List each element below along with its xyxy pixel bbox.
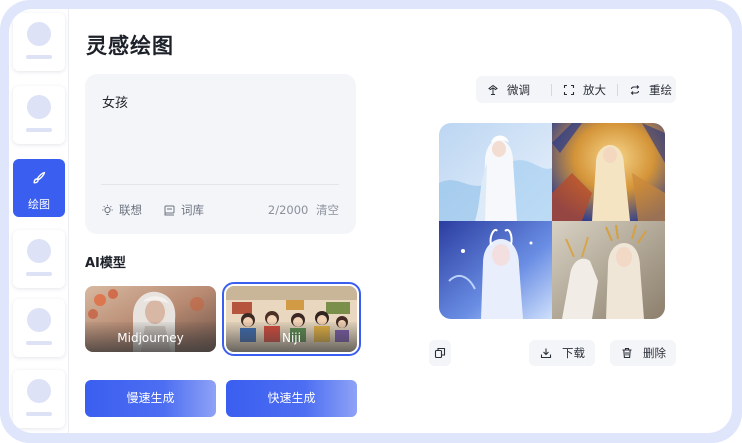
prompt-text[interactable]: 女孩	[102, 92, 128, 111]
placeholder-label	[26, 412, 52, 416]
lightbulb-icon	[102, 204, 113, 215]
redraw-button[interactable]: 重绘	[629, 76, 672, 103]
prompt-footer: 联想 词库 2/2000 清空	[101, 202, 339, 218]
model-label: Midjourney	[117, 331, 184, 345]
tune-button[interactable]: 微调	[487, 76, 530, 103]
placeholder-label	[26, 55, 52, 59]
tune-label: 微调	[507, 82, 530, 97]
placeholder-icon	[27, 379, 51, 403]
delete-label: 删除	[643, 346, 666, 360]
toolbar-separator	[617, 84, 618, 96]
expand-icon	[563, 84, 575, 95]
associate-label: 联想	[119, 203, 142, 217]
counter-value: 2/2000	[267, 203, 309, 217]
generated-image-4[interactable]	[552, 221, 665, 319]
slow-generate-button[interactable]: 慢速生成	[85, 380, 216, 417]
placeholder-label	[26, 341, 52, 345]
placeholder-icon	[27, 95, 51, 119]
generated-image-3[interactable]	[439, 221, 552, 319]
model-label: Niji	[282, 331, 301, 345]
copy-icon	[434, 347, 446, 359]
sidebar-item-4[interactable]	[13, 230, 65, 288]
copy-button[interactable]	[429, 340, 451, 366]
library-button[interactable]: 词库	[163, 202, 204, 218]
library-icon	[164, 205, 175, 215]
image-thumbnail	[552, 123, 665, 221]
tune-icon	[488, 84, 498, 95]
sidebar-item-drawing[interactable]: 绘图	[13, 159, 65, 217]
sidebar-item-label: 绘图	[28, 198, 50, 211]
sidebar-item-5[interactable]	[13, 299, 65, 357]
generated-image-grid[interactable]	[439, 123, 665, 319]
placeholder-label	[26, 272, 52, 276]
app-screen: 绘图 灵感绘图 女孩 联想 词库 2/2000 清空 AI模型 Midjourn…	[9, 9, 732, 433]
redraw-icon	[630, 84, 640, 95]
generated-image-1[interactable]	[439, 123, 552, 221]
download-label: 下载	[562, 346, 585, 360]
fast-generate-button[interactable]: 快速生成	[226, 380, 357, 417]
sidebar-item-6[interactable]	[13, 370, 65, 428]
download-button[interactable]: 下载	[529, 340, 595, 366]
image-toolbar: 微调 放大 重绘	[476, 76, 676, 103]
image-thumbnail	[552, 221, 665, 319]
sidebar: 绘图	[9, 9, 69, 433]
expand-label: 放大	[583, 82, 606, 97]
char-counter: 2/2000 清空	[268, 202, 339, 218]
delete-button[interactable]: 删除	[610, 340, 676, 366]
page-title: 灵感绘图	[86, 34, 174, 58]
associate-button[interactable]: 联想	[101, 202, 142, 218]
model-card-niji[interactable]: Niji	[222, 282, 361, 356]
expand-button[interactable]: 放大	[563, 76, 606, 103]
prompt-input[interactable]: 女孩 联想 词库 2/2000 清空	[85, 74, 356, 234]
trash-icon	[622, 347, 632, 359]
library-label: 词库	[181, 203, 204, 217]
toolbar-separator	[551, 84, 552, 96]
model-card-midjourney[interactable]: Midjourney	[85, 286, 216, 352]
model-section-title: AI模型	[85, 256, 126, 271]
generated-image-2[interactable]	[552, 123, 665, 221]
placeholder-label	[26, 128, 52, 132]
download-icon	[540, 348, 552, 359]
placeholder-icon	[27, 239, 51, 263]
redraw-label: 重绘	[649, 82, 672, 97]
image-thumbnail	[439, 221, 552, 319]
sidebar-item-1[interactable]	[13, 13, 65, 71]
clear-button[interactable]: 清空	[316, 203, 339, 217]
placeholder-icon	[27, 22, 51, 46]
divider	[101, 184, 339, 185]
image-thumbnail	[439, 123, 552, 221]
placeholder-icon	[27, 308, 51, 332]
sidebar-item-2[interactable]	[13, 86, 65, 144]
paintbrush-icon	[33, 171, 46, 184]
